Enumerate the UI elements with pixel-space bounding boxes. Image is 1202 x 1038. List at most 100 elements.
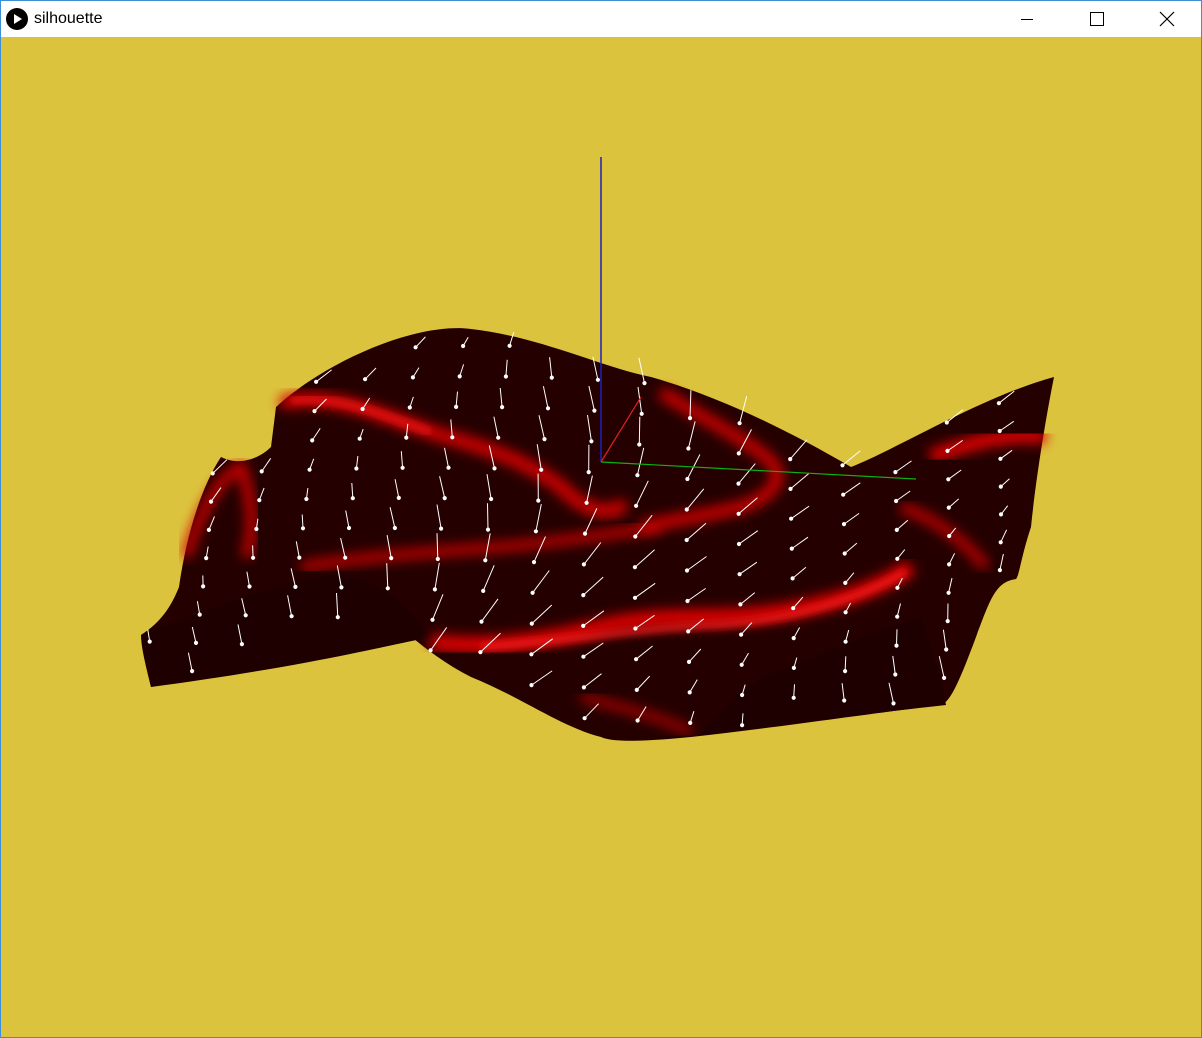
normal-point: [789, 516, 794, 521]
normal-point: [307, 467, 312, 472]
normal-point: [489, 496, 494, 502]
normal-point: [389, 556, 394, 561]
normal-point: [791, 695, 796, 700]
normal-point: [635, 718, 640, 723]
surface-scene: [141, 157, 1054, 741]
normal-vector: [842, 450, 861, 466]
normal-vector: [638, 416, 641, 445]
normal-point: [946, 477, 951, 482]
normal-point: [738, 602, 743, 607]
normal-point: [736, 511, 741, 516]
normal-point: [581, 562, 587, 567]
maximize-button[interactable]: [1073, 1, 1119, 37]
normal-point: [346, 525, 352, 531]
normal-point: [584, 500, 589, 505]
normal-point: [684, 537, 689, 543]
title-bar[interactable]: silhouette: [1, 1, 1201, 37]
normal-point: [404, 435, 409, 440]
normal-point: [343, 555, 348, 560]
normal-point: [895, 556, 900, 561]
normal-point: [843, 639, 848, 644]
maximize-icon: [1090, 12, 1104, 26]
normal-point: [529, 621, 534, 626]
normal-point: [788, 457, 793, 462]
normal-point: [297, 555, 302, 560]
normal-point: [581, 593, 586, 598]
normal-point: [791, 636, 796, 641]
close-icon: [1159, 11, 1175, 27]
normal-point: [736, 451, 741, 456]
normal-point: [789, 546, 794, 551]
normal-point: [894, 643, 899, 648]
normal-point: [545, 406, 551, 411]
normal-point: [496, 435, 501, 440]
window-title: silhouette: [34, 10, 103, 27]
normal-point: [310, 438, 315, 443]
normal-point: [946, 590, 951, 595]
normal-point: [208, 499, 214, 504]
normal-point: [632, 595, 638, 600]
normal-point: [592, 408, 597, 413]
normal-point: [635, 473, 640, 478]
normal-point: [944, 647, 949, 652]
normal-point: [998, 540, 1003, 545]
normal-point: [507, 343, 512, 348]
normal-point: [843, 610, 848, 615]
normal-point: [243, 613, 248, 618]
close-button[interactable]: [1143, 1, 1189, 37]
normal-vector: [487, 503, 489, 530]
normal-point: [736, 541, 742, 547]
normal-point: [686, 659, 692, 665]
normal-point: [442, 496, 447, 501]
normal-point: [841, 522, 847, 527]
normal-point: [893, 470, 898, 475]
normal-point: [642, 381, 647, 386]
normal-point: [542, 437, 547, 442]
normal-point: [430, 617, 435, 622]
normal-point: [634, 503, 639, 508]
normal-point: [891, 701, 896, 706]
normal-point: [685, 598, 690, 604]
play-circle-icon: [6, 8, 28, 30]
normal-point: [996, 401, 1002, 406]
normal-point: [147, 639, 152, 644]
normal-point: [251, 555, 256, 560]
normal-point: [304, 496, 309, 502]
normal-point: [539, 467, 544, 472]
normal-point: [410, 375, 415, 380]
normal-point: [360, 406, 365, 412]
normal-point: [350, 496, 355, 501]
normal-point: [461, 343, 466, 349]
normal-point: [688, 720, 693, 726]
normal-point: [492, 466, 497, 471]
normal-point: [740, 692, 745, 698]
normal-vector: [844, 656, 847, 672]
normal-point: [595, 377, 601, 382]
normal-point: [363, 377, 368, 382]
normal-point: [314, 379, 319, 384]
normal-point: [206, 527, 211, 532]
normal-point: [581, 623, 586, 629]
normal-point: [530, 590, 535, 595]
normal-point: [942, 675, 947, 681]
normal-point: [788, 486, 793, 491]
normal-point: [536, 498, 541, 503]
normal-point: [589, 439, 594, 444]
normal-point: [450, 435, 455, 440]
normal-point: [737, 421, 742, 426]
render-canvas[interactable]: [1, 37, 1201, 1037]
normal-point: [432, 587, 437, 592]
normal-point: [840, 463, 845, 468]
normal-point: [639, 411, 644, 416]
normal-point: [586, 470, 591, 475]
normal-point: [633, 626, 638, 631]
normal-point: [684, 507, 689, 512]
normal-point: [632, 565, 638, 570]
normal-point: [740, 723, 745, 728]
normal-point: [396, 495, 401, 500]
normal-point: [289, 614, 294, 619]
minimize-button[interactable]: [1004, 1, 1050, 37]
normal-point: [687, 416, 693, 421]
normal-point: [239, 642, 244, 647]
normal-point: [503, 374, 508, 379]
